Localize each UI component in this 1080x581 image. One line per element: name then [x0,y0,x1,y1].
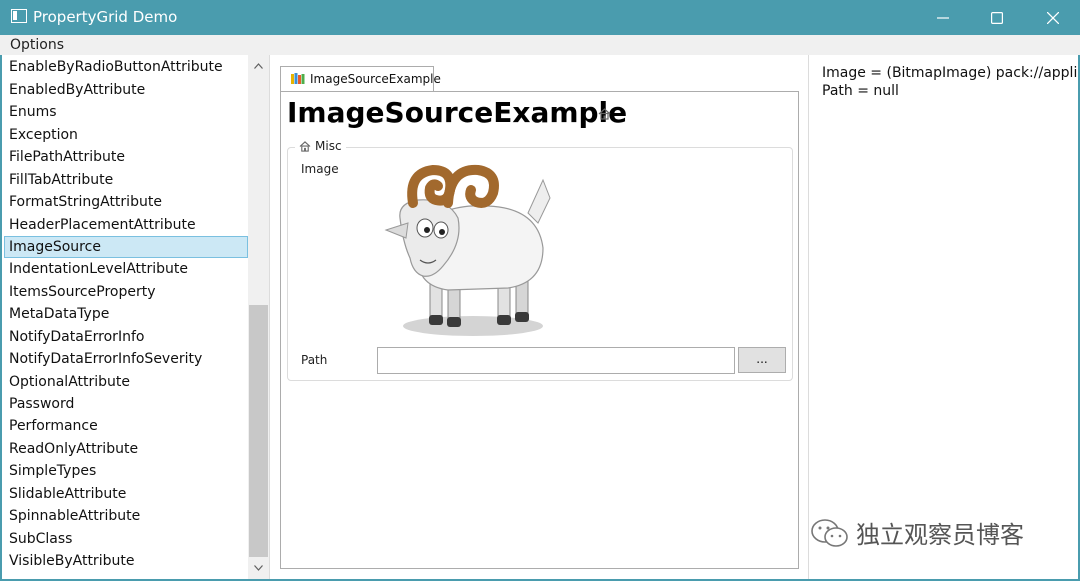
list-item[interactable]: Exception [4,124,248,146]
scroll-up-button[interactable] [248,55,269,77]
tab-label: ImageSourceExample [310,72,441,86]
list-item[interactable]: EnabledByAttribute [4,79,248,101]
group-header: Misc [295,139,346,153]
close-icon [1047,11,1059,24]
list-item[interactable]: SlidableAttribute [4,483,248,505]
misc-group: Misc Image Path ... [287,139,793,381]
scroll-down-button[interactable] [248,557,269,579]
list-item[interactable]: ReadOnlyAttribute [4,438,248,460]
list-item[interactable]: FormatStringAttribute [4,191,248,213]
page-title: ImageSourceExample [287,96,628,129]
home-icon[interactable] [299,140,311,152]
list-item[interactable]: HeaderPlacementAttribute [4,214,248,236]
list-item[interactable]: VisibleByAttribute [4,550,248,572]
list-item-selected[interactable]: ImageSource [4,236,248,258]
list-item[interactable]: FillTabAttribute [4,169,248,191]
watermark-text: 独立观察员博客 [856,521,1024,549]
tab-imagesourceexample[interactable]: ImageSourceExample [280,66,441,92]
menu-bar: Options [0,35,1080,55]
list-item[interactable]: SpinnableAttribute [4,505,248,527]
list-item[interactable]: EnableByRadioButtonAttribute [4,56,248,78]
title-bar: PropertyGrid Demo [0,0,1080,35]
list-item[interactable]: NotifyDataErrorInfoSeverity [4,348,248,370]
maximize-icon [991,11,1003,24]
list-item[interactable]: Enums [4,101,248,123]
list-item[interactable]: Performance [4,415,248,437]
tab-content: ImageSourceExample Misc Image Path ... [280,91,799,569]
example-list: EnableByRadioButtonAttribute EnabledByAt… [2,55,248,579]
list-item[interactable]: MetaDataType [4,303,248,325]
tab-book-icon [291,73,305,84]
list-item[interactable]: ItemsSourceProperty [4,281,248,303]
window-title: PropertyGrid Demo [33,8,178,26]
home-icon[interactable] [598,108,611,120]
maximize-button[interactable] [970,0,1024,35]
scroll-thumb[interactable] [249,305,268,557]
property-grid-pane: ImageSourceExample ImageSourceExample Mi… [270,55,808,579]
watermark: 独立观察员博客 [810,515,1024,550]
chevron-down-icon [254,565,263,571]
output-pane: Image = (BitmapImage) pack://application… [809,55,1078,579]
image-label: Image [301,162,339,176]
list-item[interactable]: IndentationLevelAttribute [4,258,248,280]
output-line: Image = (BitmapImage) pack://application [822,65,1078,81]
list-item[interactable]: OptionalAttribute [4,371,248,393]
output-line: Path = null [822,83,899,99]
path-input[interactable] [377,347,735,374]
minimize-icon [937,16,949,19]
list-item[interactable]: Password [4,393,248,415]
path-label: Path [301,353,328,367]
list-item[interactable]: SubClass [4,528,248,550]
menu-options[interactable]: Options [10,37,64,53]
close-button[interactable] [1026,0,1080,35]
list-item[interactable]: FilePathAttribute [4,146,248,168]
wechat-icon [811,518,848,547]
goat-image [384,164,551,336]
group-label: Misc [315,139,342,153]
chevron-up-icon [254,63,263,69]
browse-button[interactable]: ... [738,347,786,373]
app-icon [11,9,27,23]
minimize-button[interactable] [916,0,970,35]
list-item[interactable]: NotifyDataErrorInfo [4,326,248,348]
list-scrollbar[interactable] [248,55,269,579]
list-item[interactable]: SimpleTypes [4,460,248,482]
